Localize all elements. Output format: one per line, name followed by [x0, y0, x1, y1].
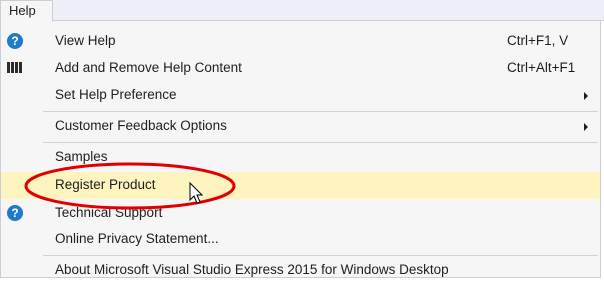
- menu-item-technical-support[interactable]: ? Technical Support: [1, 200, 600, 227]
- menu-item-add-remove-help-content[interactable]: Add and Remove Help Content Ctrl+Alt+F1: [1, 55, 600, 82]
- menu-item-samples[interactable]: Samples: [1, 144, 600, 171]
- menu-item-set-help-preference[interactable]: Set Help Preference: [1, 82, 600, 109]
- help-icon: ?: [7, 33, 23, 49]
- submenu-arrow-icon: [584, 92, 588, 100]
- menu-item-online-privacy-statement[interactable]: Online Privacy Statement...: [1, 226, 600, 253]
- help-menu-dropdown: ? View Help Ctrl+F1, V Add and Remove He…: [0, 20, 601, 278]
- menu-item-shortcut: Ctrl+Alt+F1: [507, 60, 576, 75]
- menu-item-label: Technical Support: [55, 205, 163, 220]
- menu-item-about[interactable]: About Microsoft Visual Studio Express 20…: [1, 257, 600, 284]
- menu-item-label: Register Product: [55, 177, 156, 192]
- help-icon: ?: [7, 205, 23, 221]
- menu-item-customer-feedback-options[interactable]: Customer Feedback Options: [1, 113, 600, 140]
- menu-separator: [43, 111, 598, 112]
- menu-separator: [43, 142, 598, 143]
- books-icon: [7, 60, 23, 78]
- menu-item-label: Set Help Preference: [55, 87, 177, 102]
- menu-item-label: About Microsoft Visual Studio Express 20…: [55, 262, 449, 277]
- menu-separator: [43, 255, 598, 256]
- menu-bar: [0, 0, 604, 21]
- menu-item-label: View Help: [55, 33, 116, 48]
- menu-item-register-product[interactable]: Register Product: [1, 172, 600, 199]
- menu-item-shortcut: Ctrl+F1, V: [507, 33, 569, 48]
- menu-item-label: Customer Feedback Options: [55, 118, 227, 133]
- menu-item-label: Online Privacy Statement...: [55, 231, 219, 246]
- menu-item-label: Samples: [55, 149, 108, 164]
- help-menu-tab[interactable]: Help: [0, 0, 53, 22]
- submenu-arrow-icon: [584, 123, 588, 131]
- menu-item-view-help[interactable]: ? View Help Ctrl+F1, V: [1, 28, 600, 55]
- help-menu-title: Help: [9, 3, 36, 18]
- menu-item-label: Add and Remove Help Content: [55, 60, 242, 75]
